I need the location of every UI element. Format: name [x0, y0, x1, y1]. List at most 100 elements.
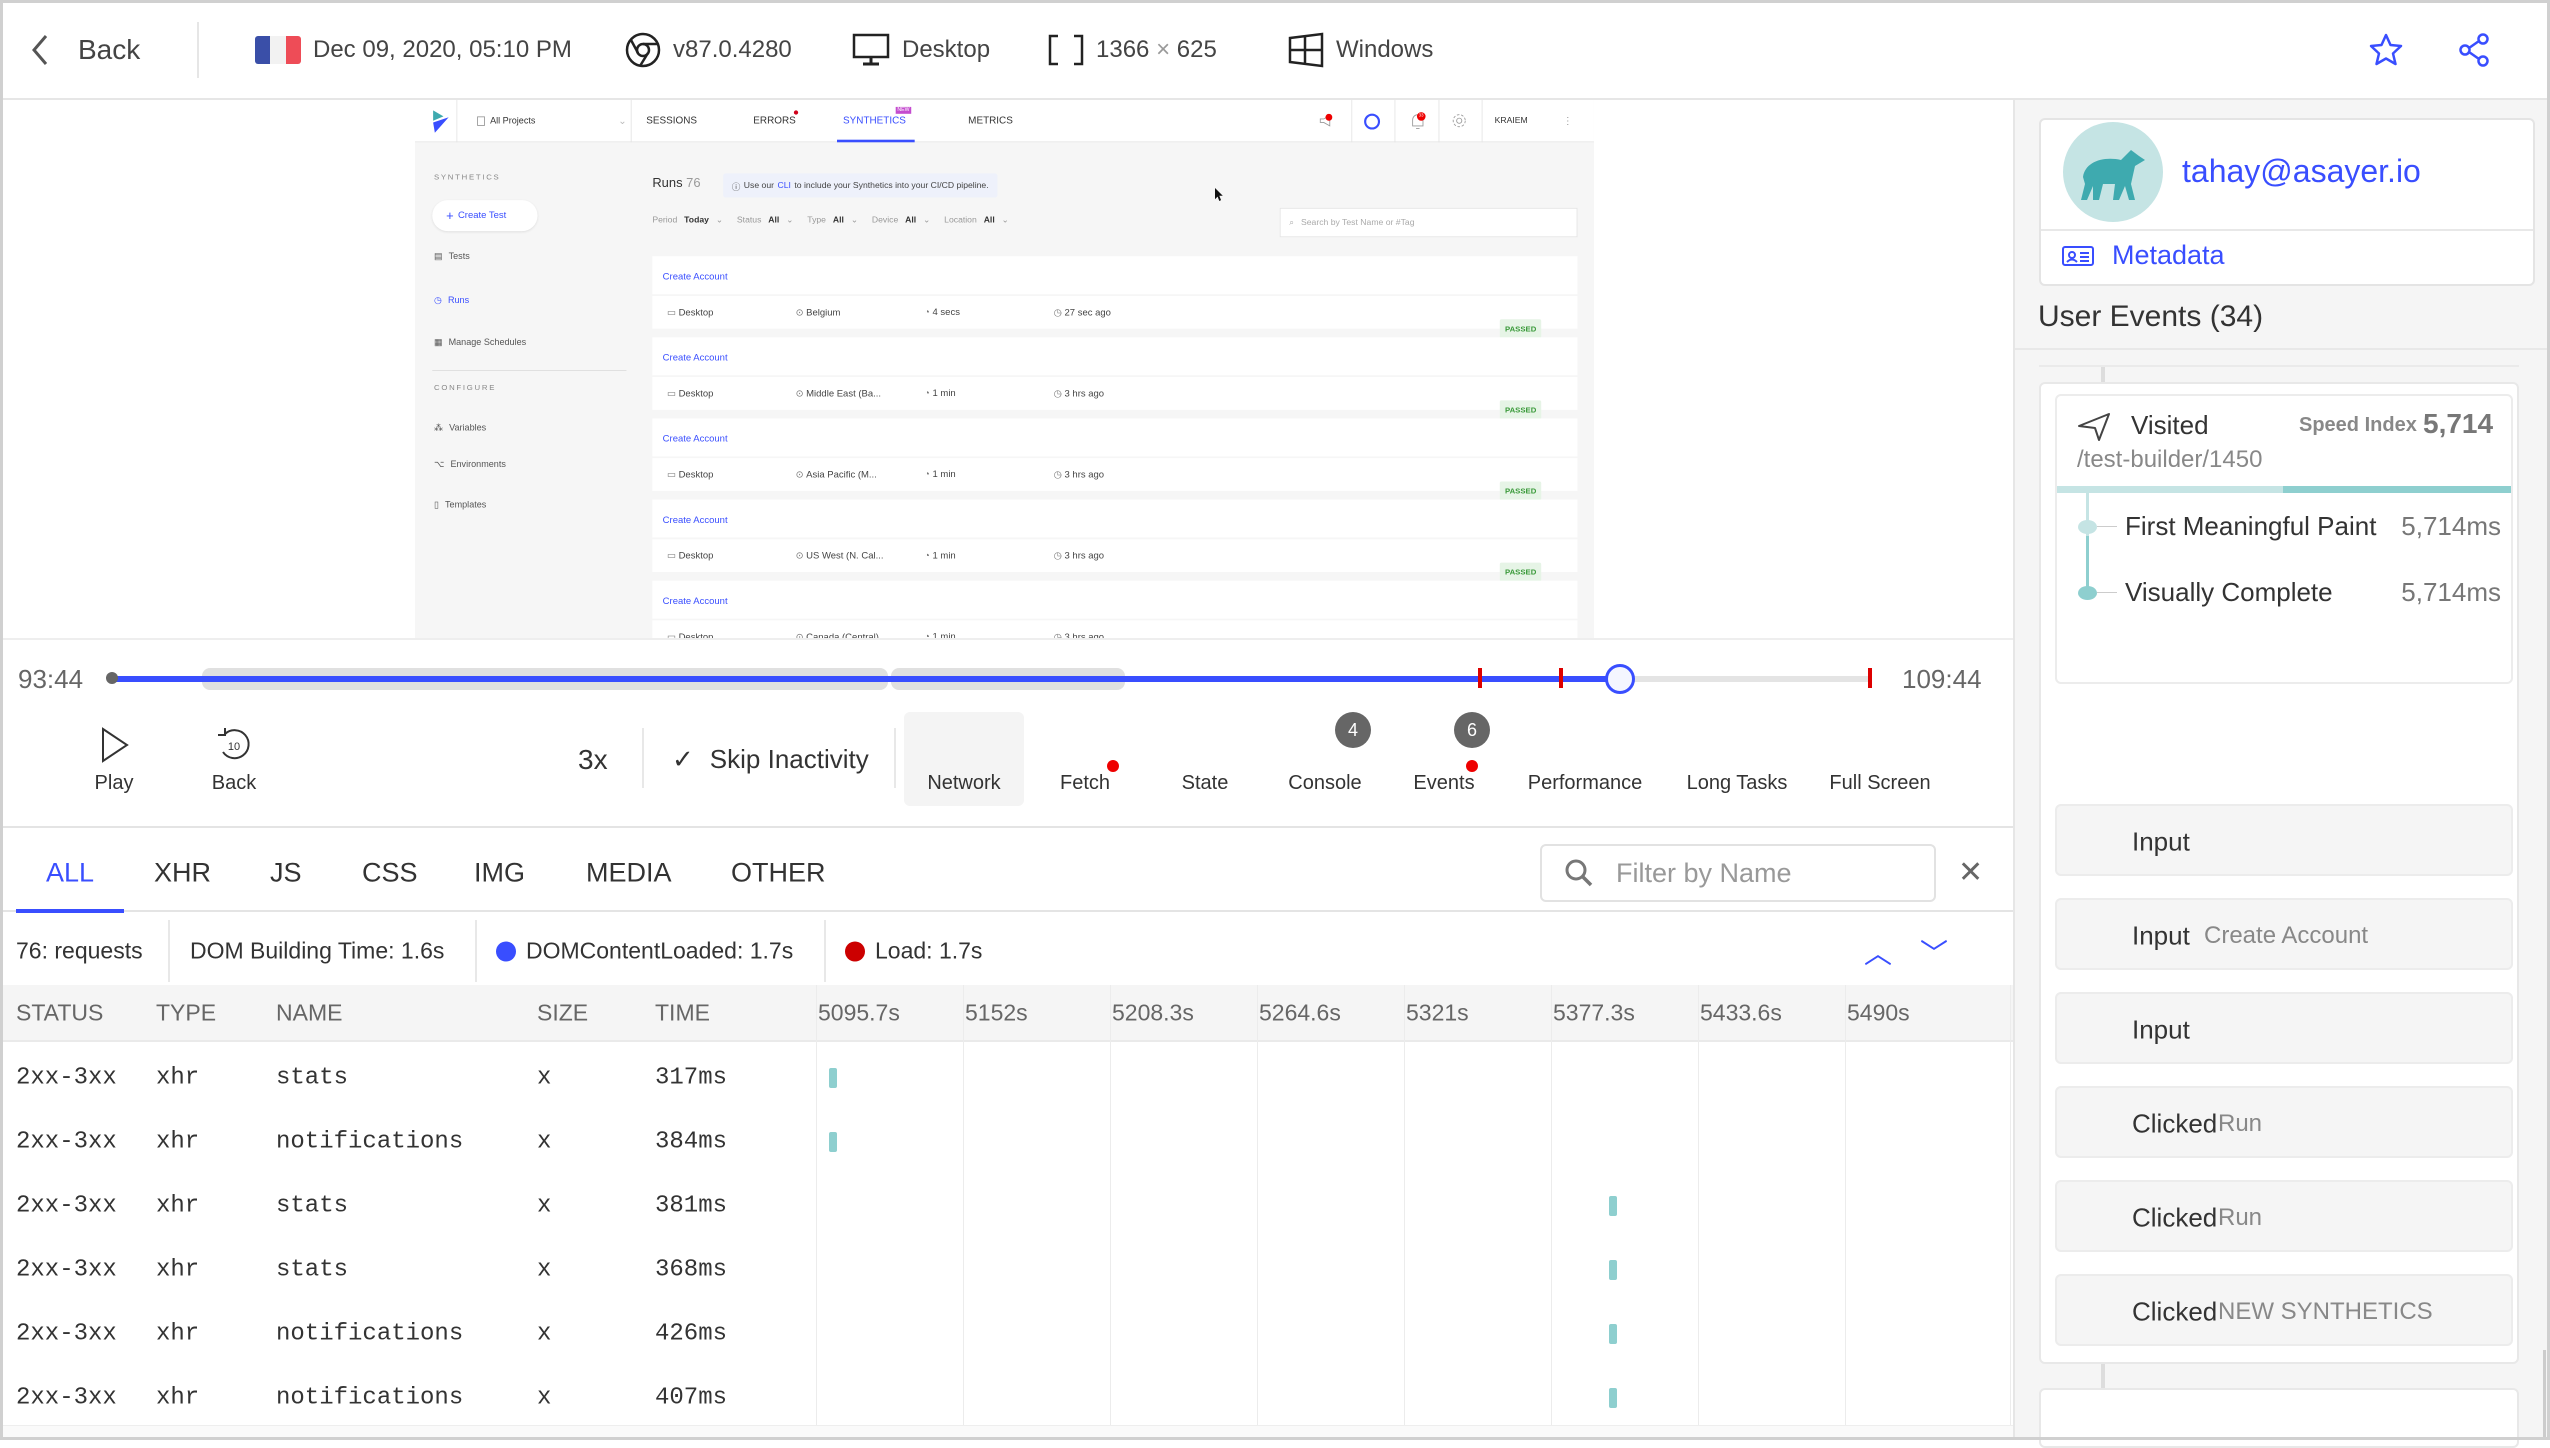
timeline-scrubber-handle[interactable]	[1605, 664, 1636, 694]
run-test-name[interactable]: Create Account	[652, 256, 1578, 295]
run-card[interactable]: Create Account ▭ Desktop ⊙ US West (N. Cal..…	[652, 499, 1578, 582]
filter-device[interactable]: Device All ⌄	[872, 216, 930, 225]
share-icon[interactable]	[2456, 32, 2492, 68]
close-panel-icon[interactable]: ✕	[1958, 855, 1983, 890]
playback-speed-button[interactable]: 3x	[578, 744, 608, 776]
network-tab-js[interactable]: JS	[270, 858, 302, 889]
tool-state-button[interactable]: State	[1145, 712, 1265, 806]
play-label: Play	[94, 772, 134, 794]
waterfall-bar	[1608, 1388, 1617, 1408]
nav-tab-sessions[interactable]: SESSIONS	[646, 116, 697, 126]
user-event-clicked[interactable]: Clicked NEW SYNTHETICS	[2055, 1274, 2513, 1346]
back-button[interactable]: Back	[28, 32, 140, 68]
network-tab-other[interactable]: OTHER	[731, 858, 826, 889]
sidebar-item-variables[interactable]: ⁂ Variables	[434, 423, 486, 433]
cli-link[interactable]: CLI	[777, 181, 790, 190]
nav-tab-errors[interactable]: ERRORS	[753, 116, 795, 126]
sidebar-item-manage-schedules[interactable]: ▦ Manage Schedules	[434, 337, 526, 347]
user-event-input[interactable]: Input	[2055, 804, 2513, 876]
chevron-left-icon	[32, 35, 48, 65]
table-row[interactable]: 2xx-3xx xhr stats x 317ms	[0, 1046, 2013, 1110]
megaphone-icon[interactable]	[1319, 113, 1333, 130]
tool-label: Long Tasks	[1686, 772, 1788, 794]
run-card[interactable]: Create Account ▭ Desktop ⊙ Canada (Central) ◔…	[652, 580, 1578, 638]
run-card[interactable]: Create Account ▭ Desktop ⊙ Belgium ◔ 4 secs ◷ 27…	[652, 256, 1578, 339]
run-test-name[interactable]: Create Account	[652, 337, 1578, 376]
project-selector[interactable]: All Projects ⌄	[477, 115, 627, 127]
error-marker[interactable]	[1478, 668, 1482, 688]
user-menu[interactable]: KRAIEM	[1495, 116, 1528, 125]
speed-index-value: 5,714	[2423, 408, 2494, 439]
column-header-time[interactable]: TIME	[655, 1000, 710, 1027]
more-vertical-icon[interactable]: ⋮	[1563, 115, 1573, 126]
create-test-button[interactable]: + Create Test	[432, 200, 538, 232]
info-icon: ⓘ	[731, 182, 741, 192]
error-marker[interactable]	[1868, 668, 1872, 688]
tool-events-button[interactable]: Events 6	[1384, 712, 1504, 806]
tool-fetch-button[interactable]: Fetch	[1025, 712, 1145, 806]
sidebar-item-templates[interactable]: ▯ Templates	[434, 500, 486, 510]
chevron-down-icon[interactable]: ﹀	[1920, 932, 1948, 972]
error-marker[interactable]	[1559, 668, 1563, 688]
filter-status[interactable]: Status All ⌄	[737, 216, 794, 225]
visited-event[interactable]: Visited Speed Index 5,714 /test-builder/…	[2055, 394, 2513, 684]
filter-type[interactable]: Type All ⌄	[807, 216, 858, 225]
filter-by-name-input[interactable]: Filter by Name	[1540, 844, 1936, 902]
run-test-name[interactable]: Create Account	[652, 418, 1578, 457]
filter-location[interactable]: Location All ⌄	[944, 216, 1009, 225]
network-tab-img[interactable]: IMG	[474, 858, 525, 889]
event-detail: Create Account	[2204, 922, 2369, 949]
column-header-status[interactable]: STATUS	[16, 1000, 103, 1027]
tool-network-button[interactable]: Network	[904, 712, 1024, 806]
operating-system: Windows	[1336, 36, 1434, 63]
column-header-type[interactable]: TYPE	[156, 1000, 216, 1027]
tool-long-tasks-button[interactable]: Long Tasks	[1677, 712, 1797, 806]
table-row[interactable]: 2xx-3xx xhr notifications x 407ms	[0, 1366, 2013, 1430]
table-row[interactable]: 2xx-3xx xhr stats x 381ms	[0, 1174, 2013, 1238]
user-event-input[interactable]: Input	[2055, 992, 2513, 1064]
network-tab-xhr[interactable]: XHR	[154, 858, 211, 889]
test-search-input[interactable]: ⌕ Search by Test Name or #Tag	[1279, 207, 1578, 238]
run-card[interactable]: Create Account ▭ Desktop ⊙ Asia Pacific (M..…	[652, 418, 1578, 501]
duration-icon: ◔	[924, 307, 930, 318]
sidebar-item-environments[interactable]: ⌥ Environments	[434, 459, 506, 469]
user-event-clicked[interactable]: Clicked Run	[2055, 1086, 2513, 1158]
run-when: ◷ 3 hrs ago	[1053, 388, 1105, 400]
nav-tab-synthetics[interactable]: SYNTHETICS	[843, 116, 906, 126]
network-tab-all[interactable]: ALL	[46, 858, 94, 889]
chevron-up-icon[interactable]: ︿	[1864, 932, 1892, 972]
table-row[interactable]: 2xx-3xx xhr notifications x 384ms	[0, 1110, 2013, 1174]
sidebar-item-runs[interactable]: ◷ Runs	[434, 295, 469, 305]
run-card[interactable]: Create Account ▭ Desktop ⊙ Middle East (Ba..…	[652, 337, 1578, 420]
run-test-name[interactable]: Create Account	[652, 499, 1578, 538]
session-replay-screen[interactable]: All Projects ⌄ SESSIONS ERRORS SYNTHETIC…	[415, 100, 1594, 638]
play-button[interactable]: Play	[59, 712, 169, 806]
network-tab-media[interactable]: MEDIA	[586, 858, 672, 889]
column-header-size[interactable]: SIZE	[537, 1000, 588, 1027]
metadata-button[interactable]: Metadata	[2062, 240, 2225, 271]
filter-period[interactable]: Period Today ⌄	[652, 216, 723, 225]
tool-performance-button[interactable]: Performance	[1525, 712, 1645, 806]
tool-full-screen-button[interactable]: Full Screen	[1820, 712, 1940, 806]
user-event-input[interactable]: Input Create Account	[2055, 898, 2513, 970]
run-test-name[interactable]: Create Account	[652, 580, 1578, 619]
session-header: Back Dec 09, 2020, 05:10 PM v87.0.4280 D…	[0, 0, 2550, 100]
table-row[interactable]: 2xx-3xx xhr notifications x 426ms	[0, 1302, 2013, 1366]
column-header-name[interactable]: NAME	[276, 1000, 342, 1027]
horizontal-scrollbar[interactable]	[0, 1425, 2013, 1440]
run-when: ◷ 3 hrs ago	[1054, 631, 1104, 638]
gear-icon[interactable]	[1451, 113, 1467, 129]
skip-inactivity-toggle[interactable]: ✓ Skip Inactivity	[672, 744, 869, 775]
nav-tab-metrics[interactable]: METRICS	[968, 116, 1013, 126]
cell-status: 2xx-3xx	[16, 1256, 117, 1284]
rewind-button[interactable]: 10 Back	[179, 712, 289, 806]
network-tab-css[interactable]: CSS	[362, 858, 418, 889]
tool-console-button[interactable]: Console 4	[1265, 712, 1385, 806]
user-email[interactable]: tahay@asayer.io	[2182, 153, 2421, 190]
project-name: All Projects	[490, 115, 536, 126]
table-row[interactable]: 2xx-3xx xhr stats x 368ms	[0, 1238, 2013, 1302]
scrollbar[interactable]	[2543, 1350, 2546, 1440]
sidebar-item-tests[interactable]: ▤ Tests	[434, 251, 470, 261]
star-icon[interactable]	[2368, 32, 2404, 68]
user-event-clicked[interactable]: Clicked Run	[2055, 1180, 2513, 1252]
